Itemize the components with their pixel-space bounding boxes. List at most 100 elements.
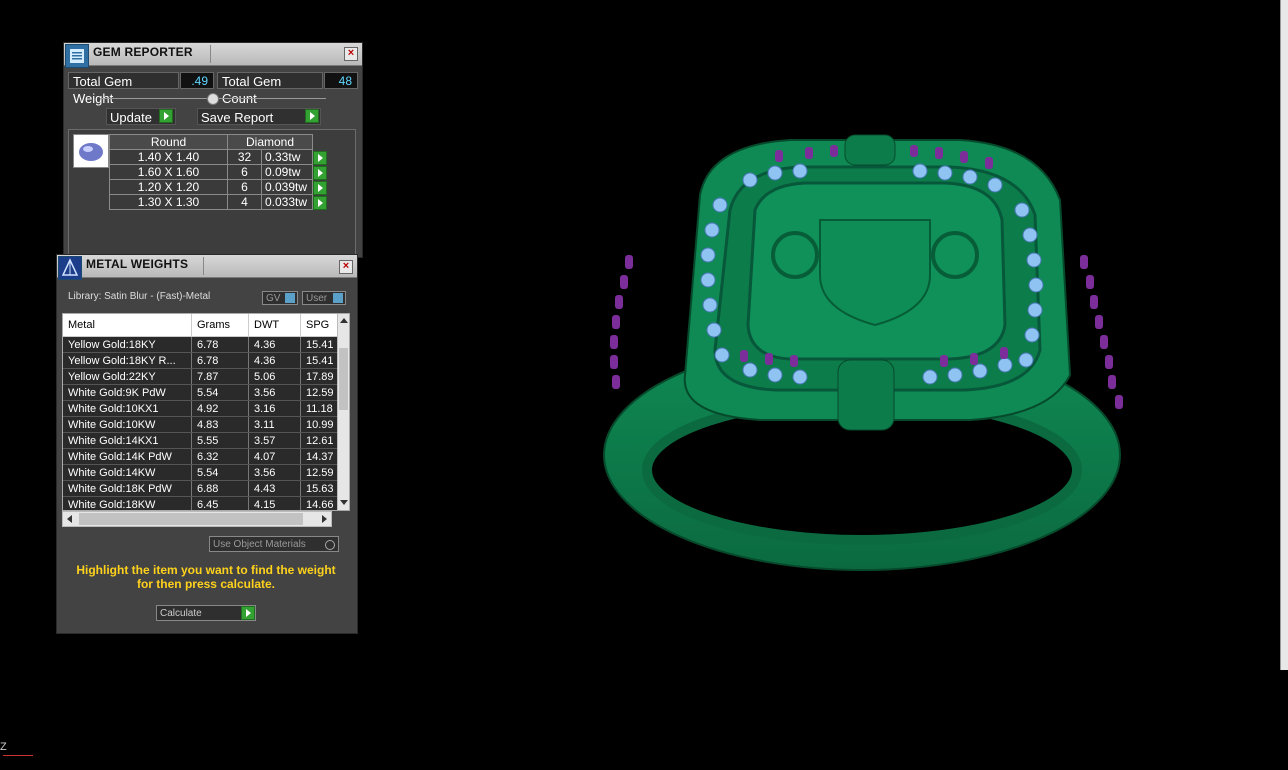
spg: 12.59: [300, 384, 340, 401]
ring-3d-render[interactable]: [590, 125, 1150, 585]
grams: 6.78: [191, 336, 249, 353]
grams: 7.87: [191, 368, 249, 385]
update-arrow-icon[interactable]: [159, 109, 173, 123]
metal-table-header: Metal Grams DWT SPG: [63, 314, 340, 337]
gem-shape-thumbnail[interactable]: [73, 134, 109, 168]
calculate-button-label: Calculate: [160, 608, 202, 619]
save-report-arrow-icon[interactable]: [305, 109, 319, 123]
gem-count: 6: [227, 164, 262, 180]
table-row[interactable]: White Gold:10KW 4.83 3.11 10.99: [63, 416, 340, 433]
gem-weight: 0.039tw: [261, 179, 313, 195]
gem-count: 4: [227, 194, 262, 210]
gem-count: 6: [227, 179, 262, 195]
close-icon[interactable]: ×: [339, 260, 353, 274]
metal-name: Yellow Gold:22KY: [63, 368, 192, 385]
gem-count: 32: [227, 149, 262, 165]
gem-size: 1.60 X 1.60: [109, 164, 228, 180]
table-row[interactable]: Yellow Gold:22KY 7.87 5.06 17.89: [63, 368, 340, 385]
scale-icon: [61, 258, 79, 276]
gem-table: Round Diamond 1.40 X 1.40 32 0.33tw 1.60…: [109, 134, 334, 210]
dwt: 4.36: [248, 336, 301, 353]
title-separator: [210, 45, 211, 63]
spg: 15.41: [300, 352, 340, 369]
dwt: 5.06: [248, 368, 301, 385]
table-row[interactable]: White Gold:14K PdW 6.32 4.07 14.37: [63, 448, 340, 465]
ring-bottom-gallery: [837, 359, 895, 431]
metal-name: Yellow Gold:18KY: [63, 336, 192, 353]
gem-row[interactable]: 1.60 X 1.60 6 0.09tw: [109, 164, 334, 180]
close-icon[interactable]: ×: [344, 47, 358, 61]
save-report-button[interactable]: Save Report: [197, 108, 321, 125]
calculate-arrow-icon[interactable]: [241, 606, 255, 620]
table-row[interactable]: White Gold:9K PdW 5.54 3.56 12.59: [63, 384, 340, 401]
shape-header: Round: [109, 134, 228, 150]
scroll-left-icon[interactable]: [67, 515, 72, 523]
gem-row[interactable]: 1.30 X 1.30 4 0.033tw: [109, 194, 334, 210]
grams: 6.32: [191, 448, 249, 465]
gem-row-arrow-icon[interactable]: [313, 180, 327, 195]
table-row[interactable]: White Gold:14KX1 5.55 3.57 12.61: [63, 432, 340, 449]
spg: 17.89: [300, 368, 340, 385]
table-row[interactable]: White Gold:14KW 5.54 3.56 12.59: [63, 464, 340, 481]
gem-size: 1.40 X 1.40: [109, 149, 228, 165]
table-row[interactable]: Yellow Gold:18KY R... 6.78 4.36 15.41: [63, 352, 340, 369]
gem-weight: 0.033tw: [261, 194, 313, 210]
metal-name: White Gold:14KW: [63, 464, 192, 481]
spg: 11.18: [300, 400, 340, 417]
metal-table[interactable]: Metal Grams DWT SPG Yellow Gold:18KY 6.78…: [62, 313, 350, 511]
spg: 15.63: [300, 480, 340, 497]
gem-reporter-app-icon: [65, 44, 89, 68]
metal-name: White Gold:10KX1: [63, 400, 192, 417]
scroll-thumb[interactable]: [339, 348, 348, 410]
hint-line-2: for then press calculate.: [136, 577, 276, 591]
round-gem-icon: [79, 143, 103, 161]
toggle-icon: [333, 293, 343, 303]
right-window-edge: [1280, 0, 1288, 670]
grams: 6.78: [191, 352, 249, 369]
metal-name: White Gold:14KX1: [63, 432, 192, 449]
use-object-materials-toggle[interactable]: Use Object Materials: [209, 536, 339, 552]
scroll-up-icon[interactable]: [340, 318, 348, 323]
gem-row-arrow-icon[interactable]: [313, 195, 327, 210]
metal-name: White Gold:18K PdW: [63, 480, 192, 497]
dwt: 4.43: [248, 480, 301, 497]
gem-reporter-titlebar[interactable]: GEM REPORTER ×: [64, 43, 362, 66]
gem-row[interactable]: 1.20 X 1.20 6 0.039tw: [109, 179, 334, 195]
spg: 14.66: [300, 496, 340, 510]
hint-line-1: Highlight the item you want to find the …: [76, 563, 336, 577]
metal-weights-titlebar[interactable]: METAL WEIGHTS ×: [57, 255, 357, 278]
metal-weights-title: METAL WEIGHTS: [86, 257, 189, 271]
gem-row-arrow-icon[interactable]: [313, 150, 327, 165]
gem-row-arrow-icon[interactable]: [313, 165, 327, 180]
table-row[interactable]: White Gold:18KW 6.45 4.15 14.66: [63, 496, 340, 510]
column-header-grams[interactable]: Grams: [191, 314, 249, 337]
calculate-hint: Highlight the item you want to find the …: [62, 563, 350, 591]
user-toggle[interactable]: User: [302, 291, 346, 305]
checkbox-icon: [325, 540, 335, 550]
column-header-metal[interactable]: Metal: [63, 314, 192, 337]
column-header-spg[interactable]: SPG: [300, 314, 340, 337]
scroll-right-icon[interactable]: [322, 515, 327, 523]
table-row[interactable]: White Gold:18K PdW 6.88 4.43 15.63: [63, 480, 340, 497]
report-icon: [70, 49, 84, 63]
column-header-dwt[interactable]: DWT: [248, 314, 301, 337]
scroll-thumb[interactable]: [79, 513, 303, 525]
total-gem-weight-value: .49: [180, 72, 214, 89]
library-label: Library: Satin Blur - (Fast)-Metal: [68, 291, 211, 302]
gem-size: 1.30 X 1.30: [109, 194, 228, 210]
slider-handle[interactable]: [207, 93, 219, 105]
metal-name: White Gold:18KW: [63, 496, 192, 510]
grams: 5.54: [191, 464, 249, 481]
spg: 15.41: [300, 336, 340, 353]
vertical-scrollbar[interactable]: [337, 314, 349, 510]
table-row[interactable]: Yellow Gold:18KY 6.78 4.36 15.41: [63, 336, 340, 353]
horizontal-scrollbar[interactable]: [62, 511, 332, 527]
table-row[interactable]: White Gold:10KX1 4.92 3.16 11.18: [63, 400, 340, 417]
gv-toggle[interactable]: GV: [262, 291, 298, 305]
metal-name: White Gold:14K PdW: [63, 448, 192, 465]
scroll-down-icon[interactable]: [340, 500, 348, 505]
dwt: 3.57: [248, 432, 301, 449]
total-gem-count-label: Total Gem Count: [217, 72, 323, 106]
grams: 4.92: [191, 400, 249, 417]
gem-row[interactable]: 1.40 X 1.40 32 0.33tw: [109, 149, 334, 165]
